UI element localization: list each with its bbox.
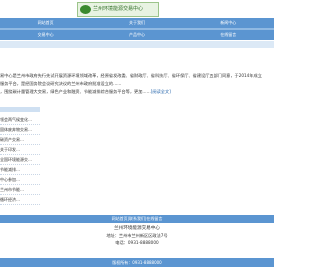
site-logo[interactable]: 兰州环境能源交易中心 <box>77 2 159 17</box>
nav-item-about[interactable]: 关于我们 <box>91 18 182 28</box>
nav-item-trading[interactable]: 交易中心 <box>0 30 91 40</box>
logo-emblem-icon <box>80 5 91 14</box>
site-header: 兰州环境能源交易中心 <box>0 0 274 18</box>
news-item[interactable]: 全国环境能源交… <box>0 155 40 165</box>
secondary-nav: 交易中心 产品中心 在线留言 <box>0 30 274 40</box>
news-item[interactable]: 固体废弃物交易… <box>0 125 40 135</box>
nav-item-message[interactable]: 在线留言 <box>183 30 274 40</box>
news-item[interactable]: 中心参加… <box>0 175 40 185</box>
footer-org-name: 兰州环境能源交易中心 <box>114 226 160 231</box>
news-item[interactable]: 碳资产交易… <box>0 135 40 145</box>
footer-address: 地址：兰州市兰州新区区政法7号 <box>106 233 168 238</box>
nav-item-news[interactable]: 新闻中心 <box>183 18 274 28</box>
intro-line: ，围绕碳计量管理大交易，绿色产业和融资、节能减排综合服务平台等，更加……[阅读全… <box>0 89 171 94</box>
nav-item-products[interactable]: 产品中心 <box>91 30 182 40</box>
read-more-link[interactable]: [阅读全文] <box>151 89 171 94</box>
intro-line: 易中心是兰州市政府先行先试开展资源环境领域改革，经原省发改委、省财政厅、省科技厅… <box>0 73 262 78</box>
footer-links[interactable]: 网站首页|联系我们|在线留言 <box>0 215 274 223</box>
intro-line: 服务平台，是经国务院会议研究决议的兰州市政府批准设立的…… <box>0 81 122 86</box>
nav-item-home[interactable]: 网站首页 <box>0 18 91 28</box>
news-item[interactable]: 关于印发… <box>0 145 40 155</box>
primary-nav: 网站首页 关于我们 新闻中心 <box>0 18 274 28</box>
footer-contact: 兰州环境能源交易中心 地址：兰州市兰州新区区政法7号 电话：0931-88880… <box>0 225 274 246</box>
news-item[interactable]: 循环经济… <box>0 195 40 205</box>
news-item[interactable]: 兰州市节能… <box>0 185 40 195</box>
logo-text: 兰州环境能源交易中心 <box>93 6 144 12</box>
intro-text: 易中心是兰州市政府先行先试开展资源环境领域改革，经原省发改委、省财政厅、省科技厅… <box>0 72 268 96</box>
footer-phone: 电话：0931-8888000 <box>115 240 159 245</box>
copyright-bar: 版权所有：0931-8888000 <box>0 258 274 267</box>
news-item[interactable]: 领会两气候变化… <box>0 115 40 125</box>
news-item[interactable]: 节能减排… <box>0 165 40 175</box>
news-list: 领会两气候变化… 固体废弃物交易… 碳资产交易… 关于印发… 全国环境能源交… … <box>0 115 40 205</box>
banner-strip <box>0 41 274 48</box>
news-list-header <box>0 107 40 112</box>
